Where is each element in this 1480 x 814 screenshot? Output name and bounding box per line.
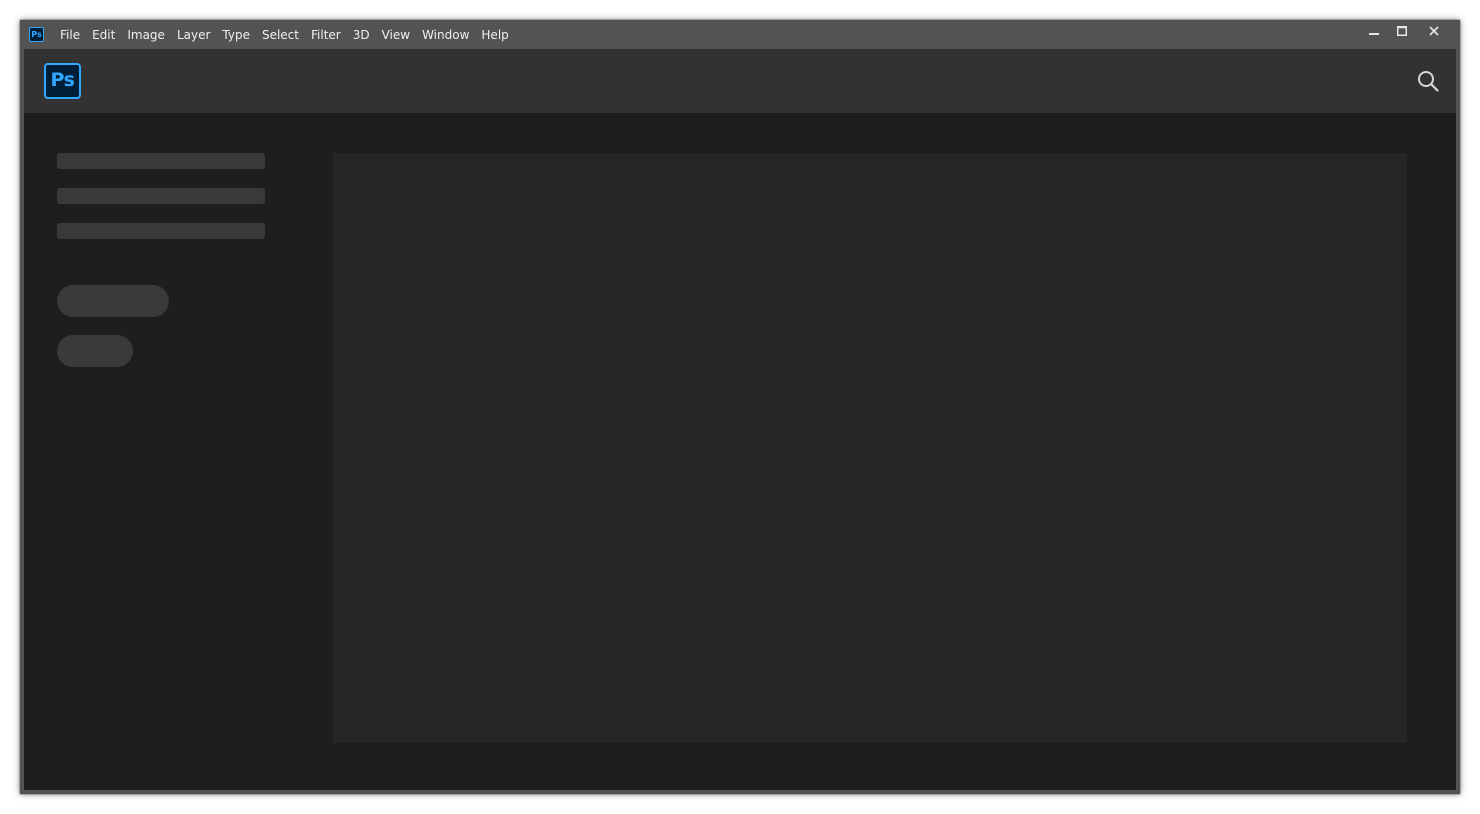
maximize-button[interactable] xyxy=(1388,20,1416,42)
close-icon xyxy=(1429,26,1439,36)
menu-select[interactable]: Select xyxy=(256,21,305,50)
skeleton-nav-item xyxy=(57,153,265,169)
menu-layer[interactable]: Layer xyxy=(171,21,216,50)
menu-file[interactable]: File xyxy=(54,21,86,50)
home-header: Ps xyxy=(24,49,1456,113)
skeleton-nav-item xyxy=(57,223,265,239)
window-controls xyxy=(1360,20,1460,42)
skeleton-button xyxy=(57,335,133,367)
menu-view[interactable]: View xyxy=(376,21,416,50)
title-bar: Ps File Edit Image Layer Type Select Fil… xyxy=(20,20,1460,49)
window-frame-bottom xyxy=(20,790,1460,794)
minimize-button[interactable] xyxy=(1360,20,1388,42)
search-button[interactable] xyxy=(1416,69,1440,93)
search-icon xyxy=(1418,71,1439,92)
menu-help[interactable]: Help xyxy=(475,21,514,50)
photoshop-logo[interactable]: Ps xyxy=(44,63,81,99)
menu-filter[interactable]: Filter xyxy=(305,21,347,50)
menu-3d[interactable]: 3D xyxy=(347,21,376,50)
minimize-icon xyxy=(1369,33,1379,35)
skeleton-nav-item xyxy=(57,188,265,204)
photoshop-window: Ps File Edit Image Layer Type Select Fil… xyxy=(20,20,1460,794)
close-button[interactable] xyxy=(1416,20,1452,42)
menu-edit[interactable]: Edit xyxy=(86,21,121,50)
photoshop-app-icon[interactable]: Ps xyxy=(29,27,44,42)
skeleton-main-panel xyxy=(333,153,1407,743)
skeleton-button xyxy=(57,285,169,317)
menu-type[interactable]: Type xyxy=(216,21,256,50)
menu-image[interactable]: Image xyxy=(121,21,171,50)
maximize-icon xyxy=(1397,26,1407,36)
home-content xyxy=(24,113,1456,790)
menu-window[interactable]: Window xyxy=(416,21,475,50)
window-frame-right xyxy=(1456,49,1460,794)
menu-bar: File Edit Image Layer Type Select Filter… xyxy=(54,20,515,49)
